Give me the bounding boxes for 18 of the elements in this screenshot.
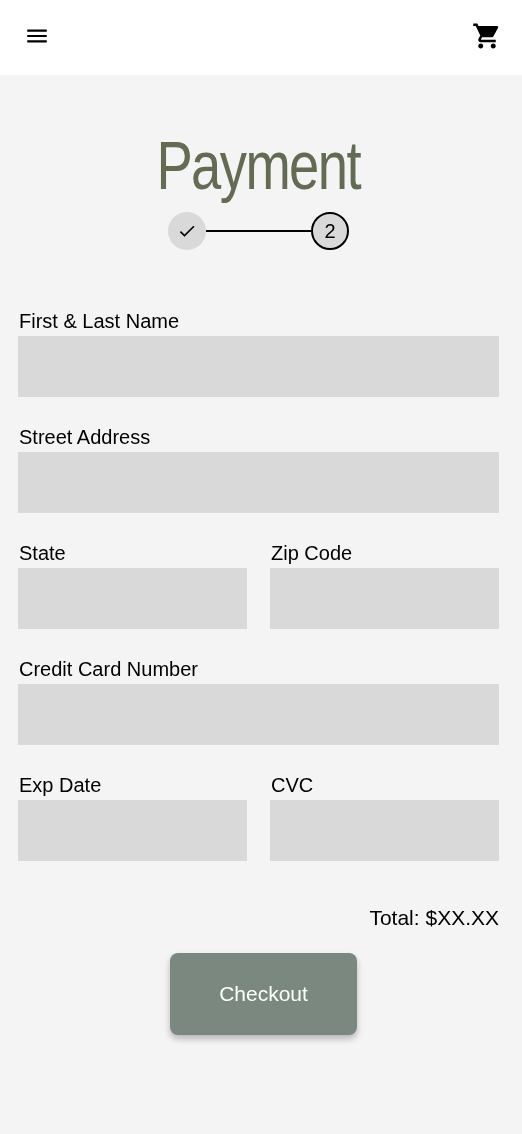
input-field[interactable] (18, 452, 499, 513)
field-label: Credit Card Number (18, 657, 199, 682)
field-label: Exp Date (18, 773, 103, 798)
checkout-button[interactable]: Checkout (170, 953, 357, 1035)
input-field[interactable] (270, 800, 499, 861)
input-field[interactable] (18, 800, 247, 861)
input-field[interactable] (270, 568, 499, 629)
step-number: 2 (311, 212, 349, 250)
page-title: Payment (156, 126, 361, 205)
input-field[interactable] (18, 568, 247, 629)
total-text: Total: $XX.XX (369, 905, 499, 931)
field-label: Street Address (18, 425, 152, 450)
field-label: Zip Code (270, 541, 354, 566)
input-field[interactable] (18, 684, 499, 745)
field-label: State (18, 541, 67, 566)
input-field[interactable] (18, 336, 499, 397)
field-label: CVC (270, 773, 315, 798)
field-label: First & Last Name (18, 309, 181, 334)
